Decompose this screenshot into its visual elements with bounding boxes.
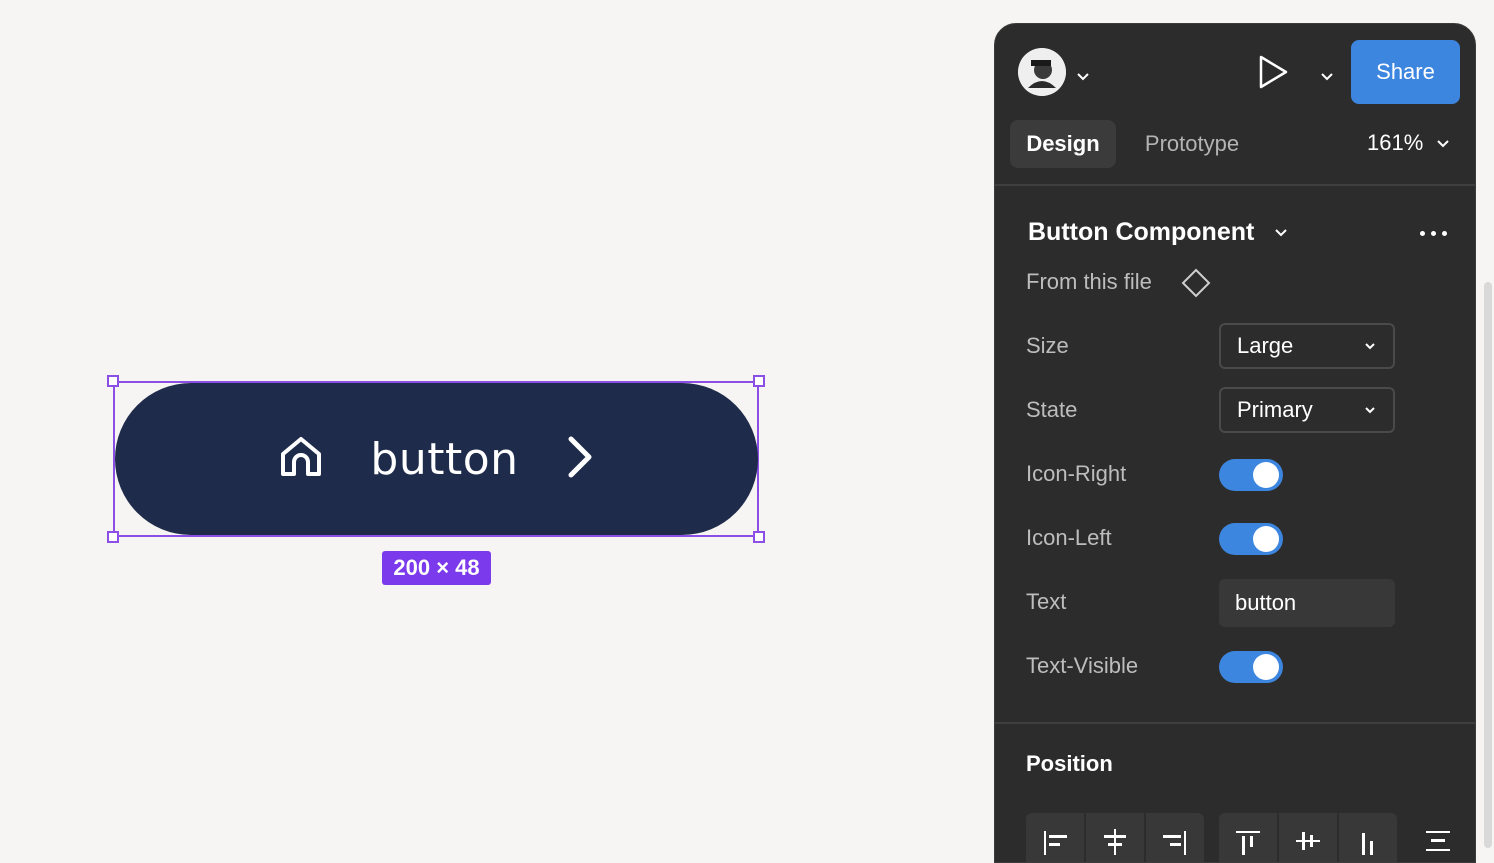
align-top-icon[interactable] (1219, 813, 1277, 862)
horizontal-align-group (1026, 813, 1204, 862)
align-bottom-icon[interactable] (1337, 813, 1397, 862)
text-input[interactable]: button (1219, 579, 1395, 627)
icon-left-label: Icon-Left (1026, 525, 1112, 550)
state-select-value: Primary (1237, 397, 1313, 422)
size-select-value: Large (1237, 333, 1294, 358)
size-label: Size (1026, 333, 1069, 358)
icon-right-label: Icon-Right (1026, 461, 1127, 486)
icon-right-toggle[interactable] (1219, 459, 1283, 491)
component-title-chevron-icon (1275, 229, 1288, 237)
align-horizontal-center-icon[interactable] (1084, 813, 1144, 862)
vertical-align-group (1219, 813, 1397, 862)
zoom-value: 161% (1367, 130, 1424, 155)
divider (995, 722, 1475, 724)
align-right-icon[interactable] (1144, 813, 1204, 862)
resize-handle-bottom-right[interactable] (753, 531, 765, 543)
position-section-title: Position (1026, 751, 1113, 776)
component-diamond-icon[interactable] (1181, 268, 1211, 303)
resize-handle-top-left[interactable] (107, 375, 119, 387)
component-button-label: button (370, 433, 519, 485)
size-badge: 200 × 48 (382, 551, 491, 585)
size-select[interactable]: Large (1219, 323, 1395, 369)
properties-panel: Share Design Prototype 161% Button Compo… (994, 23, 1476, 863)
chevron-down-icon[interactable] (1077, 68, 1089, 86)
button-component-instance[interactable]: button (115, 383, 758, 535)
component-title-label: Button Component (1028, 218, 1255, 246)
distribute-icon[interactable] (1409, 813, 1467, 862)
state-label: State (1026, 397, 1078, 422)
present-options-chevron-icon[interactable] (1321, 68, 1333, 86)
home-icon (278, 434, 324, 485)
state-select[interactable]: Primary (1219, 387, 1395, 433)
more-options-icon[interactable] (1420, 231, 1447, 236)
chevron-right-icon (565, 434, 595, 485)
text-visible-label: Text-Visible (1026, 653, 1139, 678)
divider (995, 184, 1475, 186)
align-left-icon[interactable] (1026, 813, 1084, 862)
tab-design[interactable]: Design (1010, 120, 1116, 168)
scrollbar[interactable] (1484, 282, 1492, 848)
align-vertical-center-icon[interactable] (1277, 813, 1337, 862)
zoom-control[interactable]: 161% (1367, 130, 1450, 156)
text-visible-toggle[interactable] (1219, 651, 1283, 683)
avatar[interactable] (1018, 48, 1066, 96)
icon-left-toggle[interactable] (1219, 523, 1283, 555)
resize-handle-bottom-left[interactable] (107, 531, 119, 543)
component-title[interactable]: Button Component (1028, 218, 1288, 247)
text-label: Text (1026, 589, 1067, 614)
resize-handle-top-right[interactable] (753, 375, 765, 387)
size-chevron-icon (1365, 343, 1375, 350)
share-button[interactable]: Share (1351, 40, 1460, 104)
play-icon[interactable] (1257, 54, 1289, 95)
zoom-chevron-icon (1437, 140, 1450, 148)
state-chevron-icon (1365, 407, 1375, 414)
component-source: From this file (1026, 269, 1152, 294)
tab-prototype[interactable]: Prototype (1127, 120, 1257, 168)
